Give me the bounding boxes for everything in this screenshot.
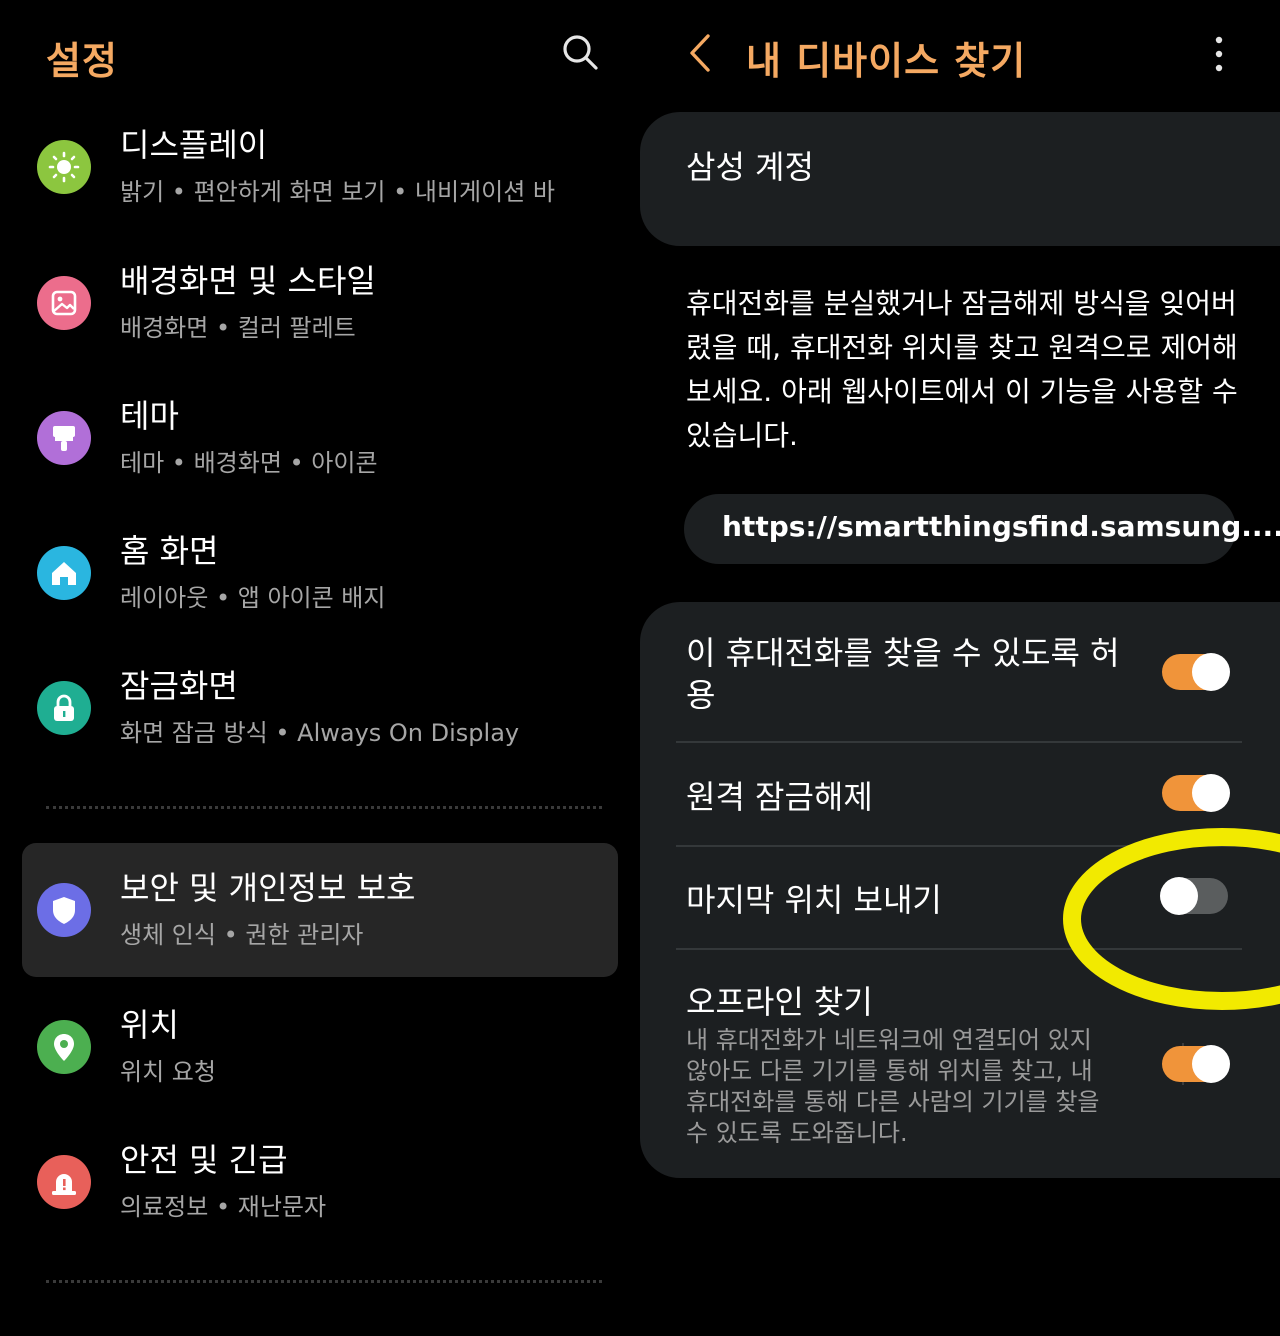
settings-item-theme[interactable]: 테마 테마 • 배경화면 • 아이콘 bbox=[22, 371, 618, 505]
settings-item-title: 배경화면 및 스타일 bbox=[120, 262, 376, 300]
settings-item-title: 디스플레이 bbox=[120, 126, 268, 164]
settings-item-security-privacy[interactable]: 보안 및 개인정보 보호 생체 인식 • 권한 관리자 bbox=[22, 843, 618, 977]
search-icon bbox=[563, 35, 598, 70]
website-link-button[interactable]: https://smartthingsfind.samsung.... bbox=[684, 494, 1280, 564]
settings-item-title: 잠금화면 bbox=[120, 667, 238, 705]
section-divider bbox=[46, 1280, 602, 1283]
toggle-row-allow-find[interactable]: 이 휴대전화를 찾을 수 있도록 허용 bbox=[686, 632, 1242, 722]
description-text: 휴대전화를 분실했거나 잠금해제 방식을 잊어버렸을 때, 휴대전화 위치를 찾… bbox=[686, 287, 1238, 452]
allow-find-switch[interactable] bbox=[1162, 653, 1230, 691]
lock-icon bbox=[37, 681, 91, 735]
toggle-row-remote-unlock[interactable]: 원격 잠금해제 bbox=[686, 772, 1242, 818]
shield-icon bbox=[37, 883, 91, 937]
more-options-button[interactable] bbox=[1202, 34, 1236, 74]
search-button[interactable] bbox=[558, 30, 602, 74]
settings-item-subtitle: 의료정보 • 재난문자 bbox=[120, 1193, 327, 1221]
page-title: 내 디바이스 찾기 bbox=[746, 39, 1027, 83]
settings-item-title: 홈 화면 bbox=[120, 532, 219, 570]
toggle-label: 오프라인 찾기 bbox=[686, 983, 873, 1021]
theme-brush-icon bbox=[37, 411, 91, 465]
settings-item-subtitle: 테마 • 배경화면 • 아이콘 bbox=[120, 449, 378, 477]
settings-item-subtitle: 위치 요청 bbox=[120, 1058, 216, 1086]
settings-item-title: 위치 bbox=[120, 1006, 179, 1044]
settings-item-title: 테마 bbox=[120, 397, 179, 435]
wallpaper-icon bbox=[37, 276, 91, 330]
row-divider bbox=[676, 741, 1242, 743]
settings-item-title: 안전 및 긴급 bbox=[120, 1141, 288, 1179]
settings-item-home-screen[interactable]: 홈 화면 레이아웃 • 앱 아이콘 배지 bbox=[22, 506, 618, 640]
toggle-label: 이 휴대전화를 찾을 수 있도록 허용 bbox=[686, 634, 1120, 714]
yellow-circle-annotation bbox=[1063, 828, 1280, 1010]
settings-item-subtitle: 레이아웃 • 앱 아이콘 배지 bbox=[120, 584, 386, 612]
location-pin-icon bbox=[37, 1020, 91, 1074]
emergency-alert-icon bbox=[37, 1155, 91, 1209]
settings-panel: 설정 디스플레이 밝기 • 편안하게 화면 보기 • 내비게이션 바 배경화면 … bbox=[0, 0, 640, 1336]
account-label: 삼성 계정 bbox=[686, 148, 814, 186]
website-url: https://smartthingsfind.samsung.... bbox=[722, 510, 1280, 543]
settings-item-subtitle: 화면 잠금 방식 • Always On Display bbox=[120, 719, 520, 747]
settings-item-title: 보안 및 개인정보 보호 bbox=[120, 869, 416, 907]
find-my-device-panel: 내 디바이스 찾기 삼성 계정 휴대전화를 분실했거나 잠금해제 방식을 잊어버… bbox=[640, 0, 1280, 1336]
offline-finding-switch[interactable] bbox=[1162, 1045, 1230, 1083]
chevron-left-icon bbox=[690, 34, 710, 72]
more-vert-icon bbox=[1215, 36, 1223, 72]
settings-item-location[interactable]: 위치 위치 요청 bbox=[22, 980, 618, 1114]
settings-item-lock-screen[interactable]: 잠금화면 화면 잠금 방식 • Always On Display bbox=[22, 641, 618, 775]
toggle-description: 내 휴대전화가 네트워크에 연결되어 있지 않아도 다른 기기를 통해 위치를 … bbox=[686, 1026, 1100, 1147]
page-title: 설정 bbox=[46, 39, 118, 83]
settings-item-subtitle: 배경화면 • 컬러 팔레트 bbox=[120, 314, 356, 342]
toggle-label: 원격 잠금해제 bbox=[686, 778, 873, 816]
section-divider bbox=[46, 806, 602, 809]
settings-item-wallpaper[interactable]: 배경화면 및 스타일 배경화면 • 컬러 팔레트 bbox=[22, 236, 618, 370]
settings-item-safety-emergency[interactable]: 안전 및 긴급 의료정보 • 재난문자 bbox=[22, 1115, 618, 1249]
settings-item-subtitle: 생체 인식 • 권한 관리자 bbox=[120, 921, 364, 949]
settings-item-subtitle: 밝기 • 편안하게 화면 보기 • 내비게이션 바 bbox=[120, 178, 555, 206]
display-brightness-icon bbox=[37, 140, 91, 194]
home-icon bbox=[37, 546, 91, 600]
back-button[interactable] bbox=[680, 30, 720, 76]
settings-item-display[interactable]: 디스플레이 밝기 • 편안하게 화면 보기 • 내비게이션 바 bbox=[22, 100, 618, 234]
toggle-label: 마지막 위치 보내기 bbox=[686, 881, 942, 919]
remote-unlock-switch[interactable] bbox=[1162, 774, 1230, 812]
samsung-account-card[interactable]: 삼성 계정 bbox=[640, 112, 1280, 246]
